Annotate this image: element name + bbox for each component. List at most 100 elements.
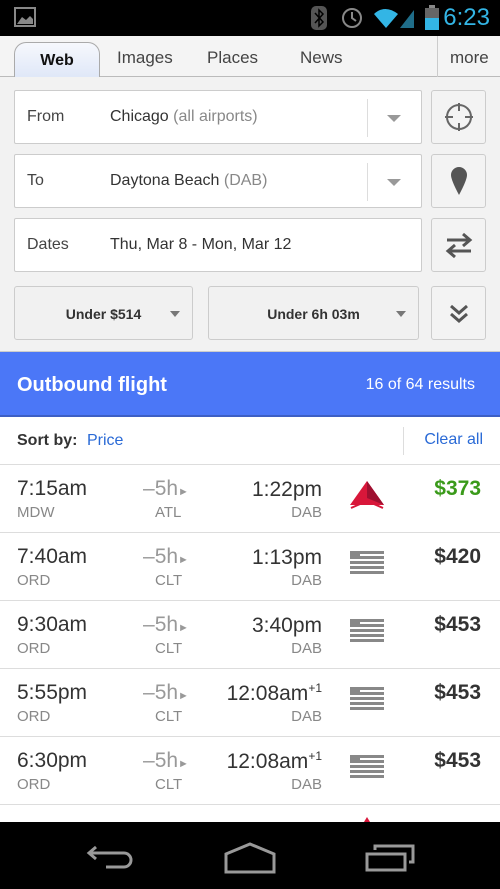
swap-button[interactable] [431,218,486,272]
arrow-right-icon: ► [178,554,189,566]
clock: 6:23 [443,4,490,31]
from-field[interactable]: From Chicago (all airports) [14,90,422,144]
back-icon[interactable] [86,844,136,872]
dates-label: Dates [27,236,69,253]
arrow-right-icon: ► [178,690,189,702]
depart-time: 7:40am [17,545,88,568]
layover-airport: ATL [155,504,182,521]
dates-field[interactable]: Dates Thu, Mar 8 - Mon, Mar 12 [14,218,422,272]
duration: –5h► [143,749,189,772]
duration-value: 5h [154,749,179,772]
origin-airport: ORD [17,572,51,589]
divider [437,36,438,77]
duration: –5h► [143,613,189,636]
arrive-value: 3:40pm [251,614,322,637]
price: $453 [434,613,481,636]
swap-arrows-icon [445,232,472,258]
sort-price-link[interactable]: Price [87,432,123,450]
depart-time: 9:30am [17,613,88,636]
destination-airport: DAB [291,708,322,725]
wifi-icon [374,9,414,28]
results-count: 16 of 64 results [365,376,475,393]
duration-value: 5h [154,545,179,568]
arrive-value: 12:08am [226,682,309,705]
duration: –5h► [143,545,189,568]
more-filters-button[interactable] [431,286,486,340]
navigation-bar [0,822,500,889]
from-label: From [27,108,65,125]
us-airways-logo-icon [350,551,384,574]
us-airways-logo-icon [350,687,384,710]
tab-news[interactable]: News [300,48,343,68]
flight-row[interactable]: 9:30am ORD –5h► CLT 3:40pm DAB $453 [0,601,500,669]
arrive-time: 12:08am+1 [227,681,322,706]
arrive-time: 12:08am+1 [227,749,322,774]
tab-images[interactable]: Images [117,48,173,68]
home-icon[interactable] [224,842,276,874]
arrive-time: 1:13pm [252,545,322,570]
tab-more[interactable]: more [450,48,489,68]
sort-bar: Sort by: Price Clear all [0,417,500,465]
section-title: Outbound flight [17,374,167,396]
origin-airport: MDW [17,504,55,521]
duration-value: 5h [154,613,179,636]
flight-row[interactable]: 5:55pm ORD –5h► CLT 12:08am+1 DAB $453 [0,669,500,737]
tab-places[interactable]: Places [207,48,258,68]
next-day-indicator: +1 [308,749,322,763]
battery-icon [425,5,439,30]
destination-airport: DAB [291,572,322,589]
chevron-down-icon [170,311,180,317]
double-chevron-down-icon [449,304,468,323]
arrow-right-icon: ► [178,486,189,498]
bluetooth-icon [311,6,327,30]
flight-search-form: From Chicago (all airports) To Daytona B… [0,77,500,352]
clear-all-link[interactable]: Clear all [424,431,483,449]
price: $453 [434,681,481,704]
my-location-button[interactable] [431,90,486,144]
chevron-down-icon[interactable] [387,179,401,186]
price-filter-dropdown[interactable]: Under $514 [14,286,193,340]
map-pin-button[interactable] [431,154,486,208]
chevron-down-icon[interactable] [387,115,401,122]
duration: –5h► [143,681,189,704]
next-day-indicator: +1 [308,681,322,695]
duration-filter-dropdown[interactable]: Under 6h 03m [208,286,419,340]
flight-row[interactable]: 6:30pm ORD –5h► CLT 12:08am+1 DAB $453 [0,737,500,805]
destination-airport: DAB [291,504,322,521]
tab-web[interactable]: Web [14,42,100,78]
arrive-value: 1:22pm [251,478,322,501]
recent-apps-icon[interactable] [365,844,415,872]
arrive-time: 1:22pm [252,477,322,502]
chevron-down-icon [396,311,406,317]
price: $373 [434,477,481,500]
alarm-icon [342,8,362,28]
price-filter-value: Under $514 [65,306,142,322]
layover-airport: CLT [155,776,183,793]
delta-logo-icon [350,481,384,509]
flight-row[interactable]: 7:40am ORD –5h► CLT 1:13pm DAB $420 [0,533,500,601]
arrow-right-icon: ► [178,622,189,634]
price: $453 [434,749,481,772]
to-label: To [27,172,44,189]
status-bar: 6:23 [0,0,500,36]
to-hint: (DAB) [223,172,268,189]
arrow-right-icon: ► [178,758,189,770]
depart-time: 6:30pm [17,749,88,772]
outbound-header: Outbound flight 16 of 64 results [0,352,500,417]
destination-airport: DAB [291,776,322,793]
from-value: Chicago [110,108,169,125]
layover-airport: CLT [155,708,183,725]
image-icon [14,7,36,27]
layover-airport: CLT [155,572,183,589]
depart-time: 5:55pm [17,681,88,704]
arrive-value: 1:13pm [251,546,322,569]
origin-airport: ORD [17,708,51,725]
price: $420 [434,545,481,568]
duration-filter-value: Under 6h 03m [267,306,360,322]
to-value: Daytona Beach [110,172,220,189]
layover-airport: CLT [155,640,183,657]
flight-row[interactable]: 7:15am MDW –5h► ATL 1:22pm DAB $373 [0,465,500,533]
to-field[interactable]: To Daytona Beach (DAB) [14,154,422,208]
map-pin-icon [450,167,467,195]
us-airways-logo-icon [350,755,384,778]
